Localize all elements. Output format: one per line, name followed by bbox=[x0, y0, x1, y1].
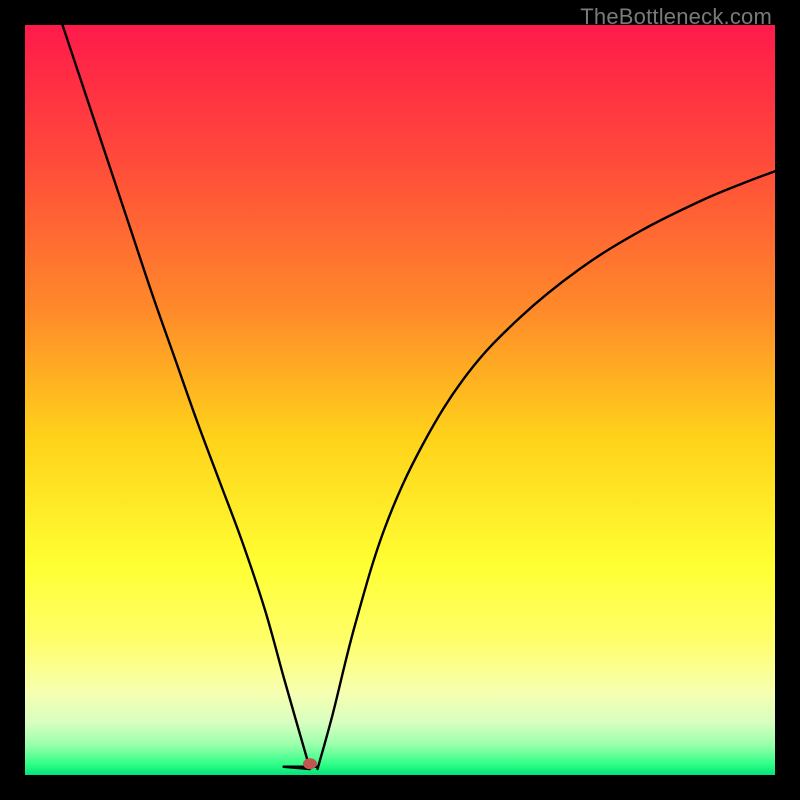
chart-frame: TheBottleneck.com bbox=[0, 0, 800, 800]
bottleneck-chart bbox=[25, 25, 775, 775]
optimum-marker bbox=[303, 758, 317, 769]
plot-area bbox=[25, 25, 775, 775]
gradient-background bbox=[25, 25, 775, 775]
